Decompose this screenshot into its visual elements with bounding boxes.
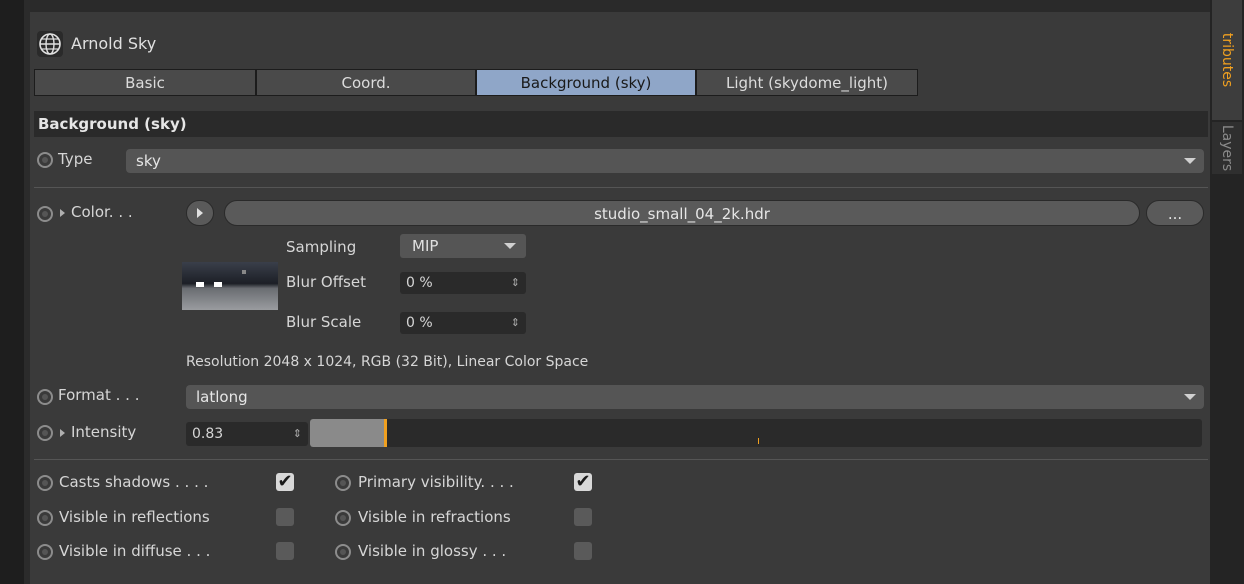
- tab-layers[interactable]: Layers: [1212, 122, 1242, 174]
- format-label: Format . . .: [58, 386, 140, 404]
- chevron-down-icon: [1184, 158, 1196, 164]
- visible-glossy-checkbox[interactable]: [574, 542, 592, 560]
- blur-scale-value: 0 %: [406, 315, 433, 331]
- sampling-label: Sampling: [286, 238, 357, 256]
- object-title: Arnold Sky: [71, 34, 157, 53]
- play-icon[interactable]: [186, 200, 214, 226]
- color-label: Color. . .: [60, 203, 133, 221]
- blur-offset-value: 0 %: [406, 275, 433, 291]
- type-dropdown[interactable]: sky: [126, 149, 1204, 173]
- texture-thumbnail: [182, 262, 278, 310]
- intensity-slider-handle[interactable]: [384, 419, 387, 447]
- casts-shadows-radio[interactable]: [37, 475, 53, 491]
- left-strip: [0, 0, 24, 584]
- blur-offset-field[interactable]: 0 % ⇕: [400, 272, 526, 294]
- slider-default-tick: [758, 438, 759, 444]
- spinner-icon[interactable]: ⇕: [293, 422, 302, 446]
- format-animate-radio[interactable]: [37, 389, 53, 405]
- intensity-label: Intensity: [60, 423, 136, 441]
- section-header: Background (sky): [34, 111, 1208, 137]
- visible-diffuse-label: Visible in diffuse . . .: [59, 542, 211, 560]
- tab-bar: Basic Coord. Background (sky) Light (sky…: [34, 69, 918, 98]
- tab-background-sky[interactable]: Background (sky): [476, 69, 696, 96]
- expand-triangle-icon[interactable]: [60, 428, 65, 437]
- casts-shadows-label: Casts shadows . . . .: [59, 473, 209, 491]
- spinner-icon[interactable]: ⇕: [511, 312, 520, 334]
- globe-icon: [37, 31, 63, 57]
- intensity-slider-fill: [310, 419, 384, 447]
- expand-triangle-icon[interactable]: [60, 208, 65, 217]
- type-value: sky: [136, 152, 161, 170]
- resolution-info: Resolution 2048 x 1024, RGB (32 Bit), Li…: [186, 354, 589, 370]
- chevron-down-icon: [1184, 394, 1196, 400]
- color-animate-radio[interactable]: [37, 206, 53, 222]
- visible-glossy-label: Visible in glossy . . .: [358, 542, 507, 560]
- format-dropdown[interactable]: latlong: [186, 385, 1204, 409]
- intensity-animate-radio[interactable]: [37, 425, 53, 441]
- visible-glossy-radio[interactable]: [335, 544, 351, 560]
- primary-visibility-radio[interactable]: [335, 475, 351, 491]
- divider: [34, 459, 1208, 460]
- visible-refractions-label: Visible in refractions: [358, 508, 511, 526]
- tab-basic[interactable]: Basic: [34, 69, 256, 96]
- sampling-dropdown[interactable]: MIP: [400, 234, 526, 258]
- visible-refractions-radio[interactable]: [335, 510, 351, 526]
- casts-shadows-checkbox[interactable]: ✔: [276, 473, 294, 491]
- browse-button[interactable]: ...: [1146, 200, 1204, 226]
- tab-light-skydome[interactable]: Light (skydome_light): [696, 69, 918, 96]
- type-label: Type: [58, 150, 93, 168]
- format-value: latlong: [196, 388, 248, 406]
- spinner-icon[interactable]: ⇕: [511, 272, 520, 294]
- chevron-down-icon: [504, 243, 516, 249]
- intensity-value: 0.83: [192, 426, 224, 442]
- blur-offset-label: Blur Offset: [286, 273, 366, 291]
- visible-diffuse-checkbox[interactable]: [276, 542, 294, 560]
- primary-visibility-checkbox[interactable]: ✔: [574, 473, 592, 491]
- visible-reflections-checkbox[interactable]: [276, 508, 294, 526]
- intensity-slider[interactable]: [310, 419, 1202, 447]
- type-animate-radio[interactable]: [37, 152, 53, 168]
- intensity-field[interactable]: 0.83 ⇕: [186, 422, 308, 446]
- divider: [34, 187, 1208, 188]
- visible-reflections-label: Visible in reflections: [59, 508, 210, 526]
- visible-diffuse-radio[interactable]: [37, 544, 53, 560]
- visible-refractions-checkbox[interactable]: [574, 508, 592, 526]
- tab-attributes[interactable]: tributes: [1212, 0, 1242, 120]
- sampling-value: MIP: [412, 237, 439, 255]
- tab-coord[interactable]: Coord.: [256, 69, 476, 96]
- blur-scale-field[interactable]: 0 % ⇕: [400, 312, 526, 334]
- texture-filename-field[interactable]: studio_small_04_2k.hdr: [224, 200, 1140, 226]
- blur-scale-label: Blur Scale: [286, 313, 362, 331]
- visible-reflections-radio[interactable]: [37, 510, 53, 526]
- primary-visibility-label: Primary visibility. . . .: [358, 473, 514, 491]
